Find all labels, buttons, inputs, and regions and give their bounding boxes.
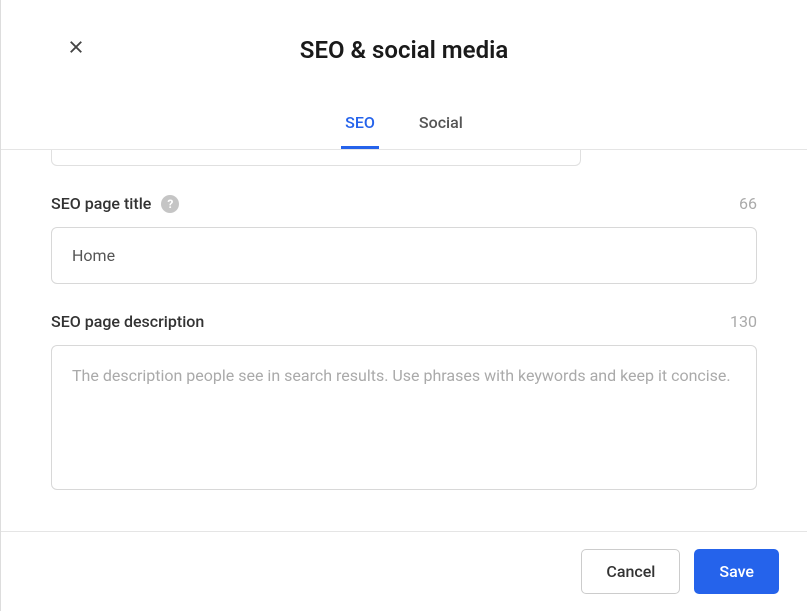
content-inner: SEO page title ? 66 SEO page description… <box>1 150 807 531</box>
field-header: SEO page title ? 66 <box>51 194 757 213</box>
field-seo-description: SEO page description 130 <box>51 312 757 494</box>
tab-social[interactable]: Social <box>415 99 467 149</box>
modal-footer: Cancel Save <box>1 531 807 611</box>
tab-bar: SEO Social <box>1 99 807 149</box>
field-label-wrap: SEO page title ? <box>51 194 179 213</box>
seo-title-label: SEO page title <box>51 194 151 213</box>
tab-seo[interactable]: SEO <box>341 99 379 149</box>
preview-box-bottom <box>51 150 581 166</box>
help-icon[interactable]: ? <box>161 195 179 213</box>
seo-description-input[interactable] <box>51 345 757 490</box>
seo-description-label: SEO page description <box>51 312 204 331</box>
seo-social-modal: SEO & social media SEO Social SEO page t… <box>0 0 807 611</box>
field-seo-title: SEO page title ? 66 <box>51 194 757 284</box>
seo-description-count: 130 <box>730 312 757 331</box>
modal-header: SEO & social media SEO Social <box>1 0 807 150</box>
cancel-button[interactable]: Cancel <box>581 549 680 594</box>
field-label-wrap: SEO page description <box>51 312 204 331</box>
close-button[interactable] <box>65 36 87 58</box>
field-header: SEO page description 130 <box>51 312 757 331</box>
modal-title: SEO & social media <box>1 0 807 64</box>
seo-title-count: 66 <box>739 194 757 213</box>
content-scroll[interactable]: SEO page title ? 66 SEO page description… <box>1 150 807 531</box>
seo-title-input[interactable] <box>51 227 757 284</box>
save-button[interactable]: Save <box>694 549 779 594</box>
close-icon <box>67 38 85 56</box>
